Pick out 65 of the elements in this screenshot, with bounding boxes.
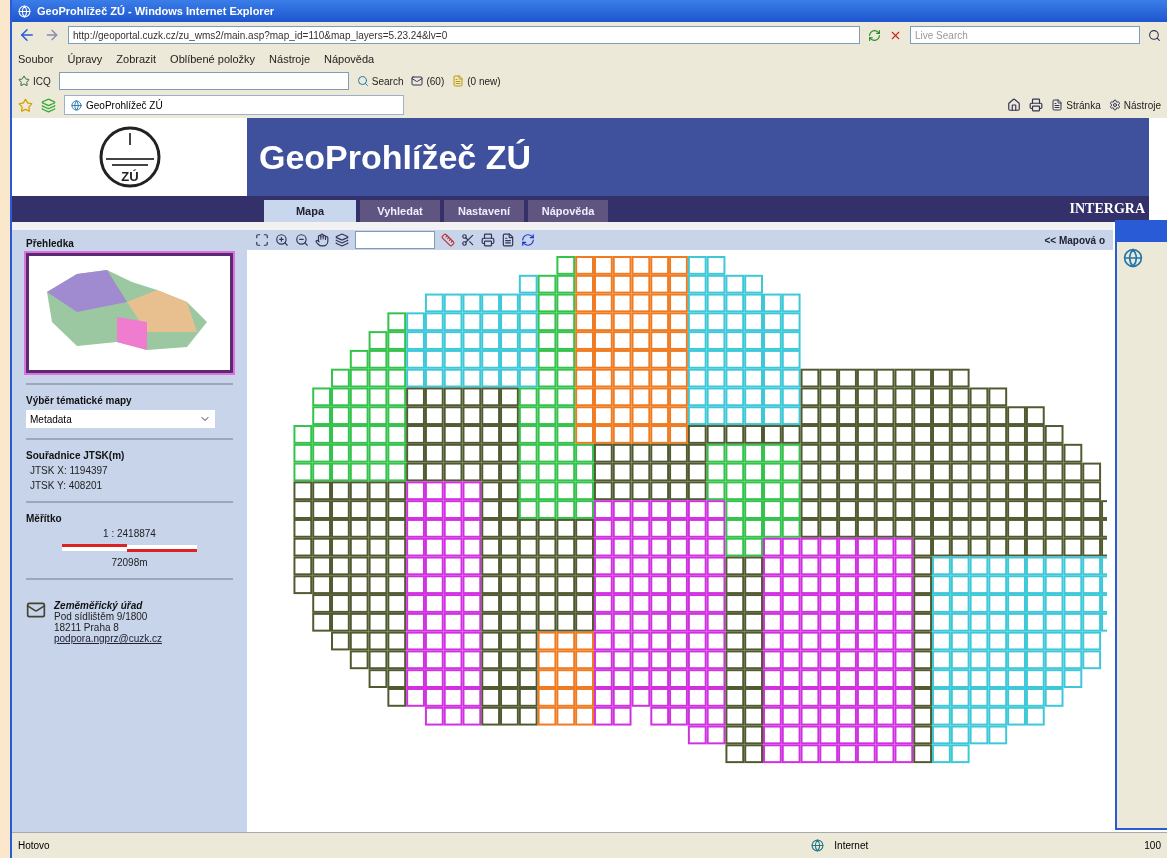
print-icon[interactable] — [481, 233, 495, 247]
back-icon[interactable] — [18, 26, 36, 44]
ruler-icon[interactable] — [441, 233, 455, 247]
section-title: Měřítko — [26, 513, 63, 524]
layers-icon[interactable] — [335, 233, 349, 247]
print-icon[interactable] — [1029, 98, 1044, 112]
theme-select[interactable]: Metadata — [26, 410, 215, 428]
mail-button[interactable]: (60) — [411, 75, 445, 87]
icq-button[interactable]: ICQ — [18, 75, 51, 87]
contact-address: 18211 Praha 8 — [54, 622, 120, 633]
section-title: Přehledka — [26, 238, 75, 249]
internet-zone-icon[interactable] — [811, 839, 825, 852]
scissors-icon[interactable] — [461, 233, 475, 247]
scale-ratio: 1 : 2418874 — [102, 528, 157, 539]
zoom-out-icon[interactable] — [295, 233, 309, 247]
coordinate-text: JTSK Y: 408201 — [29, 480, 104, 491]
office-logo-icon: ZÚ — [97, 125, 162, 189]
site-title: GeoProhlížeč ZÚ — [259, 137, 532, 177]
command-button[interactable]: Nástroje — [1108, 99, 1161, 111]
envelope-icon[interactable] — [26, 600, 46, 620]
scale-length: 72098m — [110, 557, 149, 568]
map-panel-link[interactable]: << Mapová o — [1044, 234, 1105, 246]
partner-logo: INTERGRA — [1069, 201, 1146, 217]
nav-tab[interactable]: Nápověda — [528, 200, 608, 222]
refresh-icon[interactable] — [521, 233, 535, 247]
menu-item[interactable]: Soubor — [18, 53, 54, 65]
menu-item[interactable]: Oblíbené položky — [170, 53, 256, 65]
browser-logo-icon[interactable] — [1123, 248, 1143, 268]
contact-name: Zeměměřický úřad — [54, 600, 143, 611]
zoom-level[interactable]: 100 — [1144, 840, 1161, 851]
menu-item[interactable]: Zobrazit — [116, 53, 157, 65]
section-title: Souřadnice JTSK(m) — [26, 450, 126, 461]
section-title: Výběr tématické mapy — [26, 395, 133, 406]
mail-icon[interactable] — [411, 75, 424, 87]
menu-item[interactable]: Úpravy — [67, 53, 103, 65]
zone-text: Internet — [834, 840, 870, 851]
zoom-in-icon[interactable] — [275, 233, 289, 247]
nav-tab[interactable]: Mapa — [264, 200, 356, 222]
news-button[interactable]: (0 new) — [452, 75, 501, 87]
nav-tab[interactable]: Vyhledat — [360, 200, 440, 222]
scale-bar-icon — [62, 543, 197, 553]
gear-icon[interactable] — [1108, 99, 1121, 111]
overview-map[interactable] — [26, 253, 233, 373]
address-field[interactable]: http://geoportal.cuzk.cz/zu_wms2/main.asp?map_id=110&map_layers=5.23.24&lv=0 — [68, 26, 860, 44]
background-window[interactable] — [1115, 220, 1167, 830]
search-icon[interactable] — [1148, 28, 1161, 42]
nav-tab[interactable]: Nastavení — [444, 200, 524, 222]
scale-field[interactable] — [355, 231, 435, 249]
forward-icon[interactable] — [44, 27, 60, 43]
search-button[interactable]: Search — [356, 75, 404, 87]
window-title: GeoProhlížeč ZÚ - Windows Internet Explorer — [37, 5, 275, 17]
status-text: Hotovo — [18, 840, 50, 851]
document-icon[interactable] — [501, 233, 515, 247]
refresh-icon[interactable] — [868, 28, 881, 42]
toolbar-search-field[interactable] — [58, 72, 349, 90]
coordinate-text: JTSK X: 1194397 — [29, 465, 109, 476]
menu-item[interactable]: Nápověda — [324, 53, 375, 65]
contact-address: Pod sídlištěm 9/1800 — [54, 611, 149, 622]
email-link[interactable]: podpora.ngprz@cuzk.cz — [54, 633, 162, 644]
zoom-extent-icon[interactable] — [255, 233, 269, 247]
pan-icon[interactable] — [315, 233, 329, 247]
browser-tab[interactable]: GeoProhlížeč ZÚ — [64, 95, 404, 115]
command-button[interactable]: Stránka — [1051, 99, 1101, 111]
menu-item[interactable]: Nástroje — [269, 53, 311, 65]
home-icon[interactable] — [1007, 98, 1022, 112]
